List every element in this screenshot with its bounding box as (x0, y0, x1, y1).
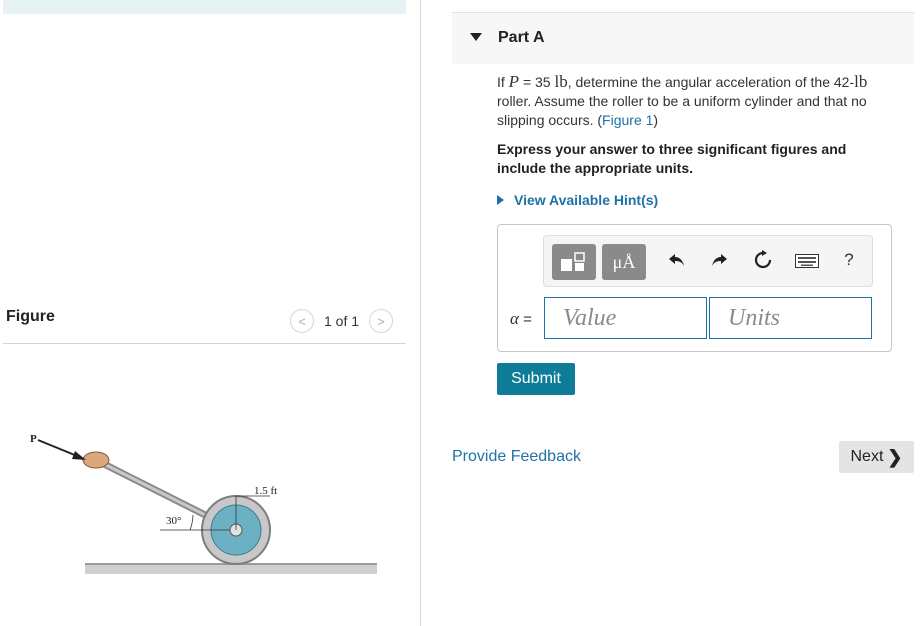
keyboard-icon[interactable] (794, 252, 820, 273)
submit-button[interactable]: Submit (497, 363, 575, 395)
templates-icon (561, 252, 585, 271)
caret-down-icon (470, 33, 482, 41)
reset-icon[interactable] (752, 250, 774, 275)
chevron-left-icon: < (298, 313, 306, 329)
question-unit: lb (554, 72, 568, 91)
roller-diagram: P 1.5 ft 30° (30, 433, 377, 574)
units-button-label: μÅ (612, 251, 636, 272)
question-variable: P (508, 72, 520, 91)
question-fragment: roller. Assume the roller to be a unifor… (497, 93, 867, 128)
answer-variable-label: α = (510, 309, 532, 329)
force-arrow-head (72, 451, 86, 460)
hint-label: View Available Hint(s) (514, 192, 659, 208)
radius-label: 1.5 ft (254, 485, 277, 497)
answer-instructions: Express your answer to three significant… (497, 141, 847, 176)
units-input[interactable] (709, 297, 872, 339)
question-fragment: ) (653, 112, 659, 128)
caret-right-icon (497, 195, 504, 205)
part-title: Part A (498, 29, 545, 46)
part-a-header[interactable]: Part A (452, 12, 914, 64)
question-text: If P = 35 lb, determine the angular acce… (497, 72, 897, 130)
question-unit: lb (854, 72, 868, 91)
value-input[interactable] (544, 297, 707, 339)
figure-panel-top-bar (3, 0, 406, 14)
next-button[interactable]: Next ❯ (839, 441, 914, 473)
angle-arc (189, 514, 194, 531)
question-fragment: If (497, 74, 509, 90)
question-fragment: , determine the angular acceleration of … (567, 74, 855, 90)
view-hints-link[interactable]: View Available Hint(s) (497, 192, 658, 208)
panel-divider (420, 0, 421, 626)
chevron-right-icon: > (377, 313, 385, 329)
figure-heading: Figure (6, 308, 55, 325)
question-fragment: = 35 (519, 74, 555, 90)
angle-label: 30° (166, 515, 181, 527)
answer-variable: α (510, 309, 519, 328)
figure-pager: < 1 of 1 > (290, 309, 394, 333)
force-label: P (30, 433, 37, 445)
templates-button[interactable] (552, 244, 596, 280)
answer-equals: = (518, 311, 532, 328)
hand-grip (82, 451, 110, 469)
ground-surface (85, 564, 377, 574)
undo-icon[interactable] (666, 252, 688, 273)
units-button[interactable]: μÅ (602, 244, 646, 280)
help-button[interactable]: ? (838, 250, 860, 270)
figure-page-indicator: 1 of 1 (324, 313, 360, 329)
figure-divider (3, 343, 406, 344)
provide-feedback-link[interactable]: Provide Feedback (452, 448, 581, 466)
figure-link[interactable]: Figure 1 (602, 112, 653, 128)
previous-figure-button[interactable]: < (290, 309, 314, 333)
math-toolbar: μÅ ? (543, 235, 873, 287)
next-button-label: Next (850, 448, 884, 465)
next-figure-button[interactable]: > (369, 309, 394, 333)
redo-icon[interactable] (708, 252, 730, 273)
chevron-right-icon: ❯ (887, 446, 903, 467)
